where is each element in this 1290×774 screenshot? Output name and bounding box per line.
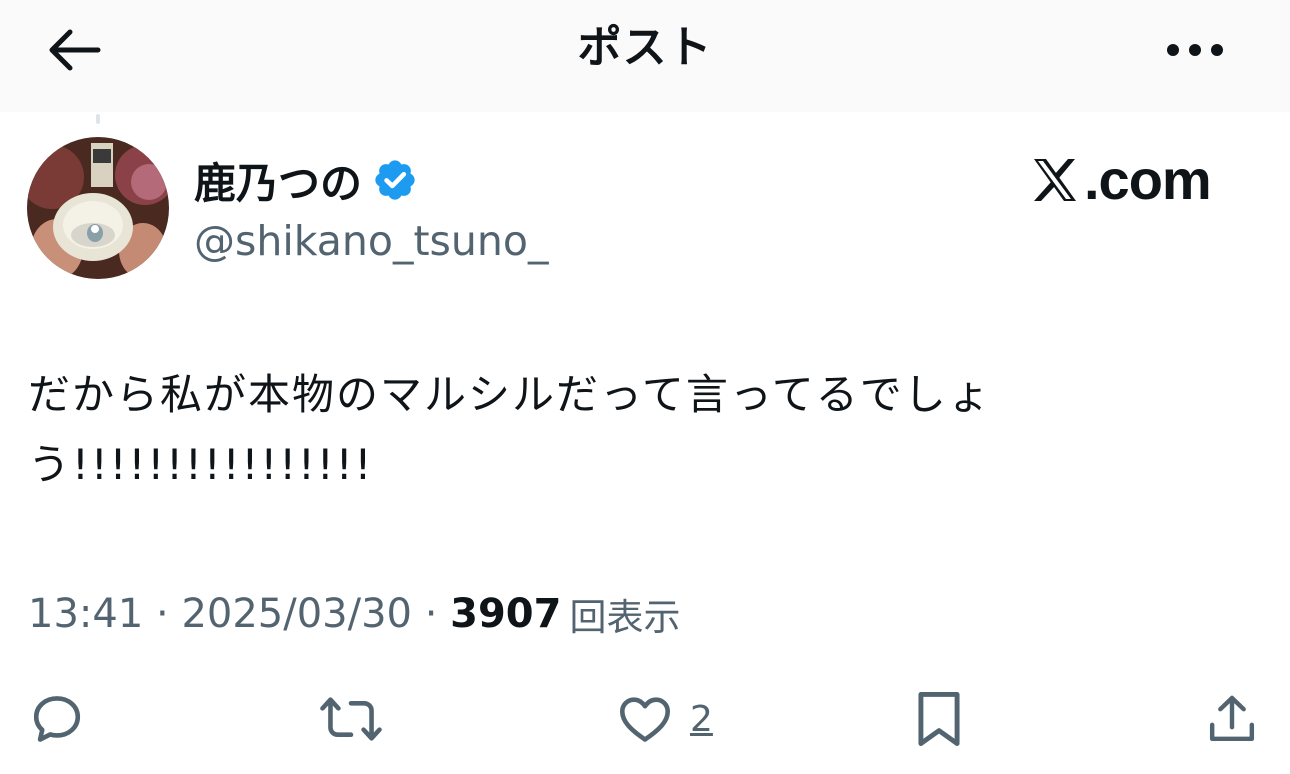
author-handle[interactable]: @shikano_tsuno_ xyxy=(194,212,548,270)
more-horizontal-icon xyxy=(1167,44,1223,56)
repost-icon xyxy=(320,697,382,741)
watermark: .com xyxy=(1030,147,1212,213)
heart-icon xyxy=(619,697,671,742)
share-icon xyxy=(1209,695,1255,742)
bookmark-button[interactable] xyxy=(912,686,966,752)
reply-button[interactable] xyxy=(28,686,86,752)
avatar[interactable] xyxy=(27,137,169,279)
like-count[interactable]: 2 xyxy=(690,699,713,740)
more-options-button[interactable] xyxy=(1160,24,1230,76)
author-display-name: 鹿乃つの xyxy=(194,158,363,208)
meta-separator: · xyxy=(143,591,182,637)
author-name[interactable]: 鹿乃つの xyxy=(194,148,418,212)
reply-icon xyxy=(33,696,81,742)
tweet-meta: 13:41 · 2025/03/30 · 3907 回表示 xyxy=(28,584,680,644)
share-button[interactable] xyxy=(1204,686,1260,752)
like-button[interactable]: 2 xyxy=(616,686,713,752)
repost-button[interactable] xyxy=(318,686,384,752)
page-title: ポスト xyxy=(577,22,713,73)
view-count: 3907 xyxy=(450,591,562,637)
top-bar: ポスト xyxy=(0,0,1290,112)
meta-separator: · xyxy=(411,591,451,637)
verified-badge-icon xyxy=(375,160,415,200)
avatar-image xyxy=(27,137,169,279)
tweet-text: だから私が本物のマルシルだって言ってるでしょ う!!!!!!!!!!!!!!!! xyxy=(28,370,992,489)
x-logo-icon xyxy=(1034,159,1076,201)
tweet-time[interactable]: 13:41 xyxy=(28,591,143,637)
view-label: 回表示 xyxy=(569,596,681,639)
watermark-text: .com xyxy=(1084,148,1212,211)
tweet-date[interactable]: 2025/03/30 xyxy=(181,591,412,637)
bookmark-icon xyxy=(918,692,960,746)
scroll-indicator xyxy=(96,114,100,124)
